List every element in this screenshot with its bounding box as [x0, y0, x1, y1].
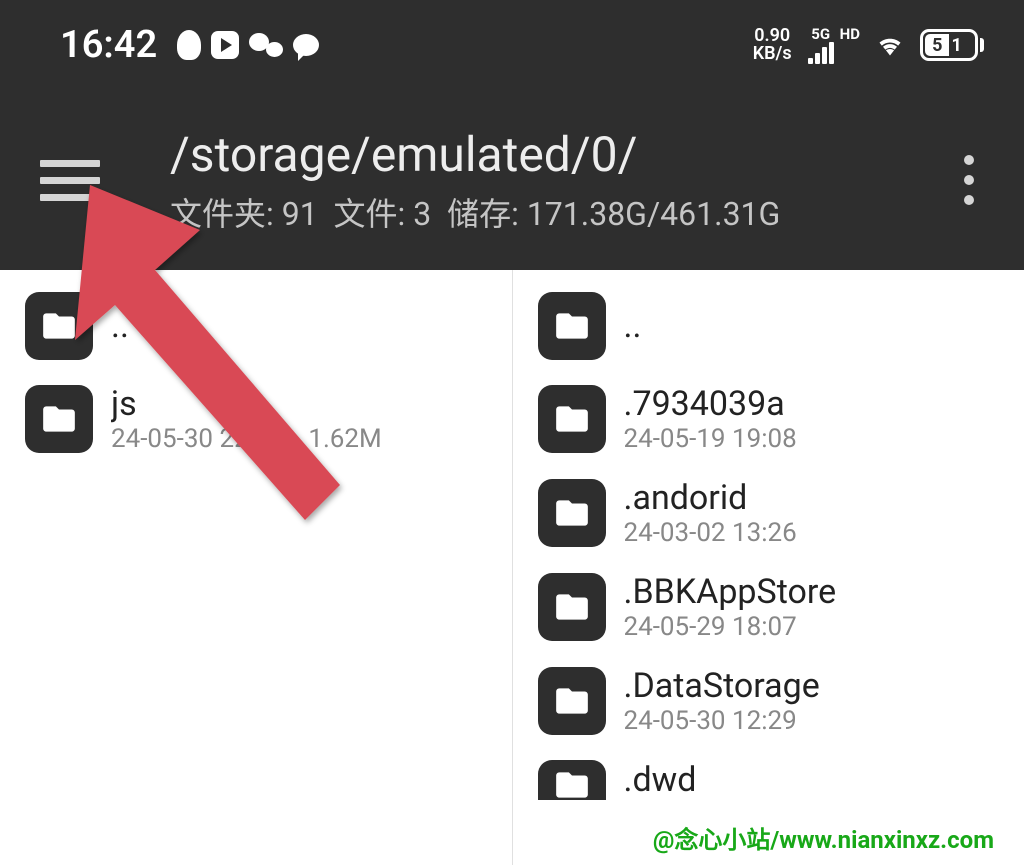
- file-name: .andorid: [624, 478, 797, 518]
- more-options-icon[interactable]: [954, 155, 984, 205]
- watermark-text: @念心小站/www.nianxinxz.com: [653, 820, 994, 855]
- message-icon: [293, 34, 319, 56]
- list-item[interactable]: .dwd: [513, 748, 1024, 788]
- folder-icon: [538, 385, 606, 453]
- path-container[interactable]: /storage/emulated/0/ 文件夹: 91 文件: 3 储存: 1…: [170, 126, 954, 235]
- clock-time: 16:42: [60, 23, 157, 67]
- file-meta: 24-05-30 22:3 1.62M: [111, 424, 382, 454]
- battery-indicator: 5 1: [920, 29, 984, 61]
- battery-digit1: 5: [932, 35, 942, 56]
- notification-icons: [177, 30, 319, 60]
- file-meta: 24-05-29 18:07: [624, 612, 837, 642]
- folder-icon: [25, 292, 93, 360]
- network-speed: 0.90 KB/s: [753, 27, 792, 63]
- battery-digit2: 1: [951, 35, 961, 56]
- file-name: .dwd: [624, 760, 697, 800]
- file-meta: 24-03-02 13:26: [624, 518, 797, 548]
- list-item[interactable]: .DataStorage 24-05-30 12:29: [513, 654, 1024, 748]
- parent-dir-right[interactable]: ..: [513, 280, 1024, 372]
- path-stats: 文件夹: 91 文件: 3 储存: 171.38G/461.31G: [170, 189, 954, 235]
- list-item[interactable]: js 24-05-30 22:3 1.62M: [0, 372, 512, 466]
- net-hd: HD: [840, 27, 860, 42]
- file-panes: .. js 24-05-30 22:3 1.62M .. .7934: [0, 270, 1024, 865]
- status-bar: 16:42 0.90 KB/s 5G HD 5 1: [0, 0, 1024, 90]
- parent-dir-left[interactable]: ..: [0, 280, 512, 372]
- list-item[interactable]: .andorid 24-03-02 13:26: [513, 466, 1024, 560]
- file-name: js: [111, 384, 382, 424]
- parent-label: ..: [111, 306, 129, 346]
- list-item[interactable]: .BBKAppStore 24-05-29 18:07: [513, 560, 1024, 654]
- qq-icon: [177, 30, 201, 60]
- folder-icon: [538, 760, 606, 800]
- file-meta: 24-05-19 19:08: [624, 424, 797, 454]
- status-left: 16:42: [60, 23, 319, 67]
- file-name: .7934039a: [624, 384, 797, 424]
- folder-icon: [538, 292, 606, 360]
- play-app-icon: [211, 31, 239, 59]
- wifi-icon: [876, 31, 904, 59]
- folder-icon: [538, 573, 606, 641]
- network-hd: HD: [840, 27, 860, 64]
- status-right: 0.90 KB/s 5G HD 5 1: [753, 27, 984, 64]
- wechat-icon: [249, 31, 283, 59]
- speed-unit: KB/s: [753, 45, 792, 63]
- folder-icon: [25, 385, 93, 453]
- app-bar: /storage/emulated/0/ 文件夹: 91 文件: 3 储存: 1…: [0, 90, 1024, 270]
- file-meta: 24-05-30 12:29: [624, 706, 820, 736]
- network-type: 5G: [808, 27, 834, 64]
- file-name: .BBKAppStore: [624, 572, 837, 612]
- net-5g: 5G: [811, 27, 830, 42]
- current-path: /storage/emulated/0/: [170, 126, 954, 183]
- list-item[interactable]: .7934039a 24-05-19 19:08: [513, 372, 1024, 466]
- left-pane[interactable]: .. js 24-05-30 22:3 1.62M: [0, 270, 513, 865]
- folder-icon: [538, 667, 606, 735]
- signal-icon: [808, 42, 834, 64]
- file-name: .DataStorage: [624, 666, 820, 706]
- folder-icon: [538, 479, 606, 547]
- parent-label: ..: [624, 306, 642, 346]
- menu-icon[interactable]: [40, 160, 100, 201]
- right-pane[interactable]: .. .7934039a 24-05-19 19:08 .andorid 24-…: [513, 270, 1024, 865]
